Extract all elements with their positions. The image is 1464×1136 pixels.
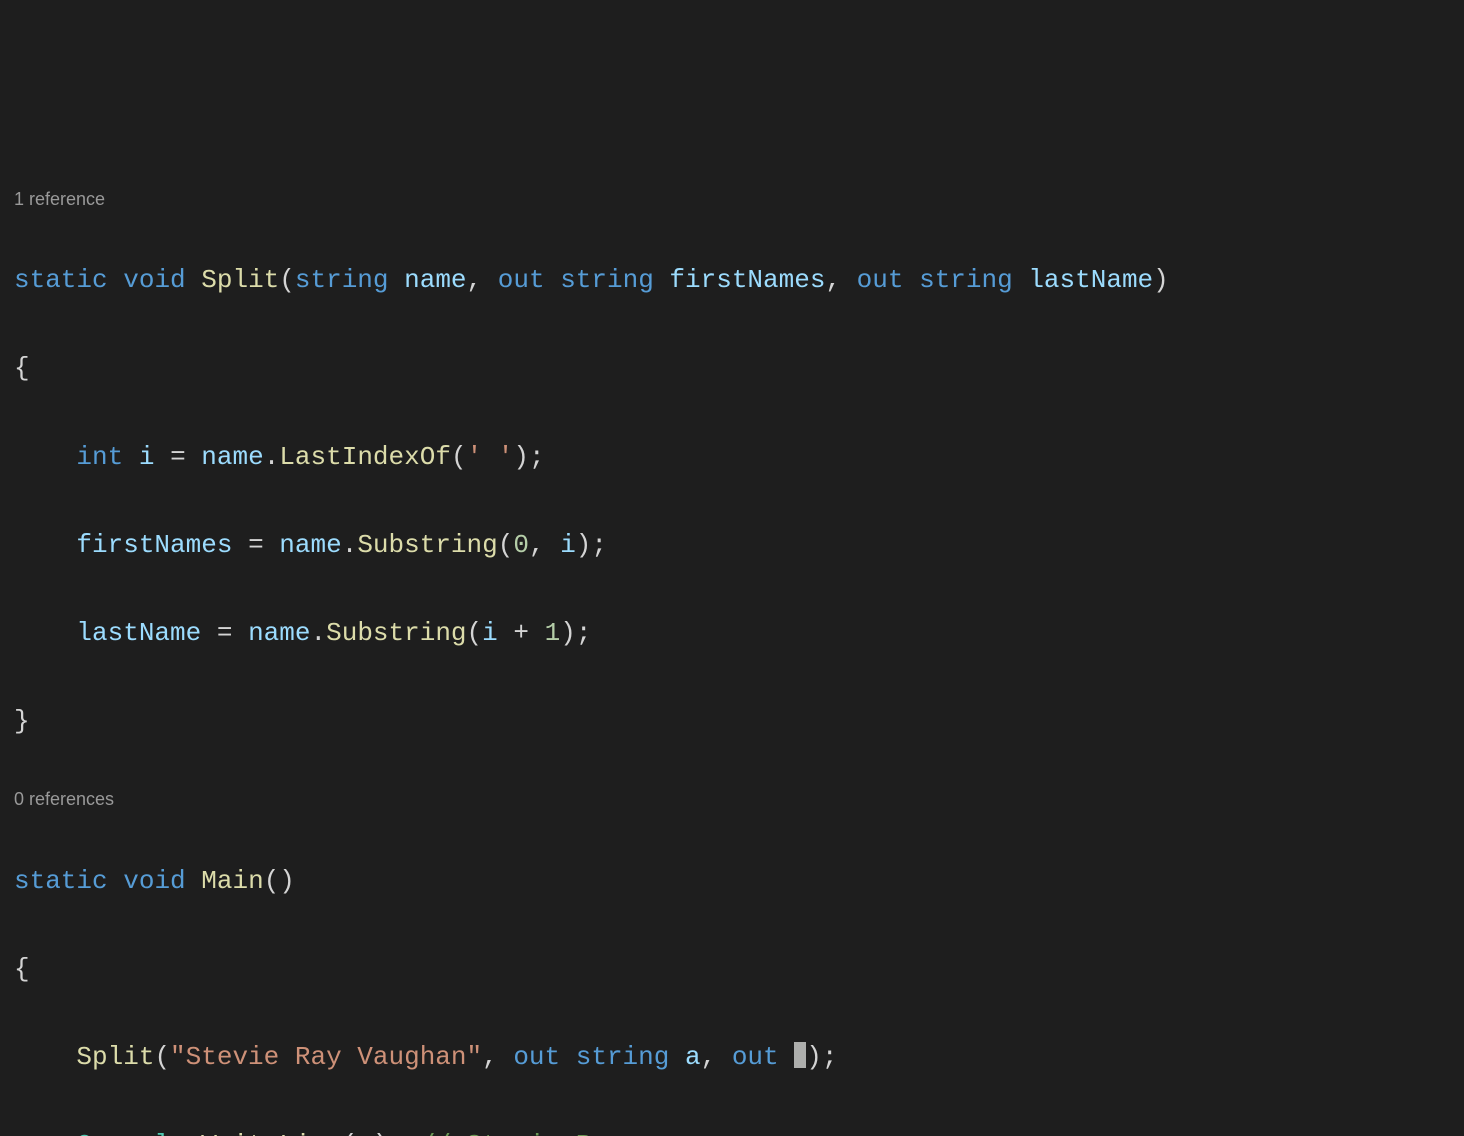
var-name: name <box>248 618 310 648</box>
paren-close: ) <box>513 442 529 472</box>
code-line[interactable]: Console.WriteLine(a); // Stevie Ray <box>14 1123 1464 1136</box>
paren-close: ) <box>373 1130 389 1136</box>
paren-open: ( <box>264 866 280 896</box>
codelens-references[interactable]: 1 reference <box>14 187 1464 212</box>
comment: // Stevie Ray <box>420 1130 623 1136</box>
keyword-static: static <box>14 265 108 295</box>
code-line[interactable]: } <box>14 699 1464 743</box>
var-i: i <box>139 442 155 472</box>
method-substring: Substring <box>326 618 466 648</box>
type-string: string <box>560 265 654 295</box>
comma: , <box>529 530 545 560</box>
paren-open: ( <box>467 618 483 648</box>
var-i: i <box>560 530 576 560</box>
code-line[interactable]: firstNames = name.Substring(0, i); <box>14 523 1464 567</box>
brace-open: { <box>14 353 30 383</box>
var-i: i <box>482 618 498 648</box>
keyword-out: out <box>857 265 904 295</box>
code-line[interactable]: Split("Stevie Ray Vaughan", out string a… <box>14 1035 1464 1079</box>
string-literal: "Stevie Ray Vaughan" <box>170 1042 482 1072</box>
dot: . <box>264 442 280 472</box>
code-line[interactable]: lastName = name.Substring(i + 1); <box>14 611 1464 655</box>
brace-open: { <box>14 954 30 984</box>
dot: . <box>342 530 358 560</box>
method-name: Main <box>201 866 263 896</box>
code-line[interactable]: { <box>14 947 1464 991</box>
var-a: a <box>685 1042 701 1072</box>
param-firstnames: firstNames <box>669 265 825 295</box>
keyword-void: void <box>123 866 185 896</box>
paren-close: ) <box>560 618 576 648</box>
param-name: name <box>404 265 466 295</box>
method-split: Split <box>76 1042 154 1072</box>
code-line[interactable]: static void Split(string name, out strin… <box>14 258 1464 302</box>
semicolon: ; <box>576 618 592 648</box>
paren-close: ) <box>1153 265 1169 295</box>
paren-open: ( <box>342 1130 358 1136</box>
type-string: string <box>295 265 389 295</box>
paren-close: ) <box>576 530 592 560</box>
codelens-references[interactable]: 0 references <box>14 787 1464 812</box>
string-literal: ' ' <box>467 442 514 472</box>
equals: = <box>170 442 186 472</box>
var-lastname: lastName <box>76 618 201 648</box>
type-string: string <box>919 265 1013 295</box>
brace-close: } <box>14 706 30 736</box>
semicolon: ; <box>529 442 545 472</box>
keyword-void: void <box>123 265 185 295</box>
paren-open: ( <box>451 442 467 472</box>
semicolon: ; <box>822 1042 838 1072</box>
var-a: a <box>357 1130 373 1136</box>
method-name: Split <box>201 265 279 295</box>
code-line[interactable]: int i = name.LastIndexOf(' '); <box>14 435 1464 479</box>
method-substring: Substring <box>357 530 497 560</box>
type-int: int <box>76 442 123 472</box>
keyword-out: out <box>498 265 545 295</box>
method-lastindexof: LastIndexOf <box>279 442 451 472</box>
comma: , <box>825 265 841 295</box>
dot: . <box>311 618 327 648</box>
number-literal: 0 <box>513 530 529 560</box>
var-name: name <box>201 442 263 472</box>
equals: = <box>217 618 233 648</box>
var-firstnames: firstNames <box>76 530 232 560</box>
comma: , <box>482 1042 498 1072</box>
code-line[interactable]: { <box>14 346 1464 390</box>
param-lastname: lastName <box>1028 265 1153 295</box>
dot: . <box>186 1130 202 1136</box>
keyword-out: out <box>513 1042 560 1072</box>
var-name: name <box>279 530 341 560</box>
code-line[interactable]: static void Main() <box>14 859 1464 903</box>
comma: , <box>467 265 483 295</box>
paren-close: ) <box>279 866 295 896</box>
paren-open: ( <box>279 265 295 295</box>
comma: , <box>701 1042 717 1072</box>
class-console: Console <box>76 1130 185 1136</box>
keyword-out: out <box>732 1042 779 1072</box>
semicolon: ; <box>591 530 607 560</box>
type-string: string <box>576 1042 670 1072</box>
equals: = <box>248 530 264 560</box>
paren-close: ) <box>806 1042 822 1072</box>
keyword-static: static <box>14 866 108 896</box>
number-literal: 1 <box>545 618 561 648</box>
method-writeline: WriteLine <box>201 1130 341 1136</box>
plus: + <box>513 618 529 648</box>
paren-open: ( <box>498 530 514 560</box>
semicolon: ; <box>389 1130 405 1136</box>
text-cursor <box>794 1042 806 1068</box>
paren-open: ( <box>154 1042 170 1072</box>
